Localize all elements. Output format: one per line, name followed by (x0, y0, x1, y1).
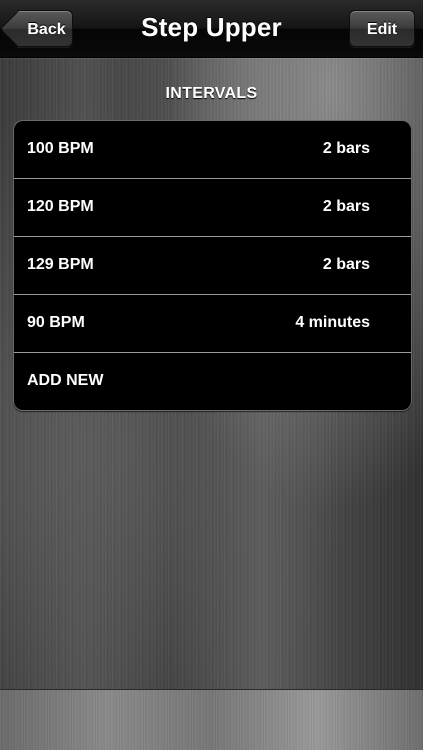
interval-tempo: 120 BPM (27, 198, 94, 215)
interval-duration: 2 bars (322, 140, 370, 157)
interval-duration: 2 bars (322, 198, 370, 215)
interval-tempo: 90 BPM (27, 314, 85, 331)
interval-row[interactable]: 90 BPM 4 minutes (14, 295, 411, 353)
section-header-intervals: INTERVALS (165, 85, 258, 102)
add-new-row[interactable]: ADD NEW (14, 353, 411, 410)
interval-tempo: 100 BPM (27, 140, 94, 157)
edit-button[interactable]: Edit (349, 10, 415, 47)
interval-tempo: 129 BPM (27, 256, 94, 273)
interval-row[interactable]: 120 BPM 2 bars (14, 179, 411, 237)
interval-row[interactable]: 100 BPM 2 bars (14, 121, 411, 179)
interval-duration: 2 bars (322, 256, 370, 273)
back-button-label: Back (27, 21, 66, 38)
navigation-bar: Back Step Upper Edit (0, 0, 423, 58)
interval-duration: 4 minutes (295, 314, 370, 331)
interval-row[interactable]: 129 BPM 2 bars (14, 237, 411, 295)
bottom-bar (0, 689, 423, 750)
add-new-label: ADD NEW (27, 372, 104, 389)
intervals-table: 100 BPM 2 bars 120 BPM 2 bars 129 BPM 2 … (13, 120, 412, 411)
